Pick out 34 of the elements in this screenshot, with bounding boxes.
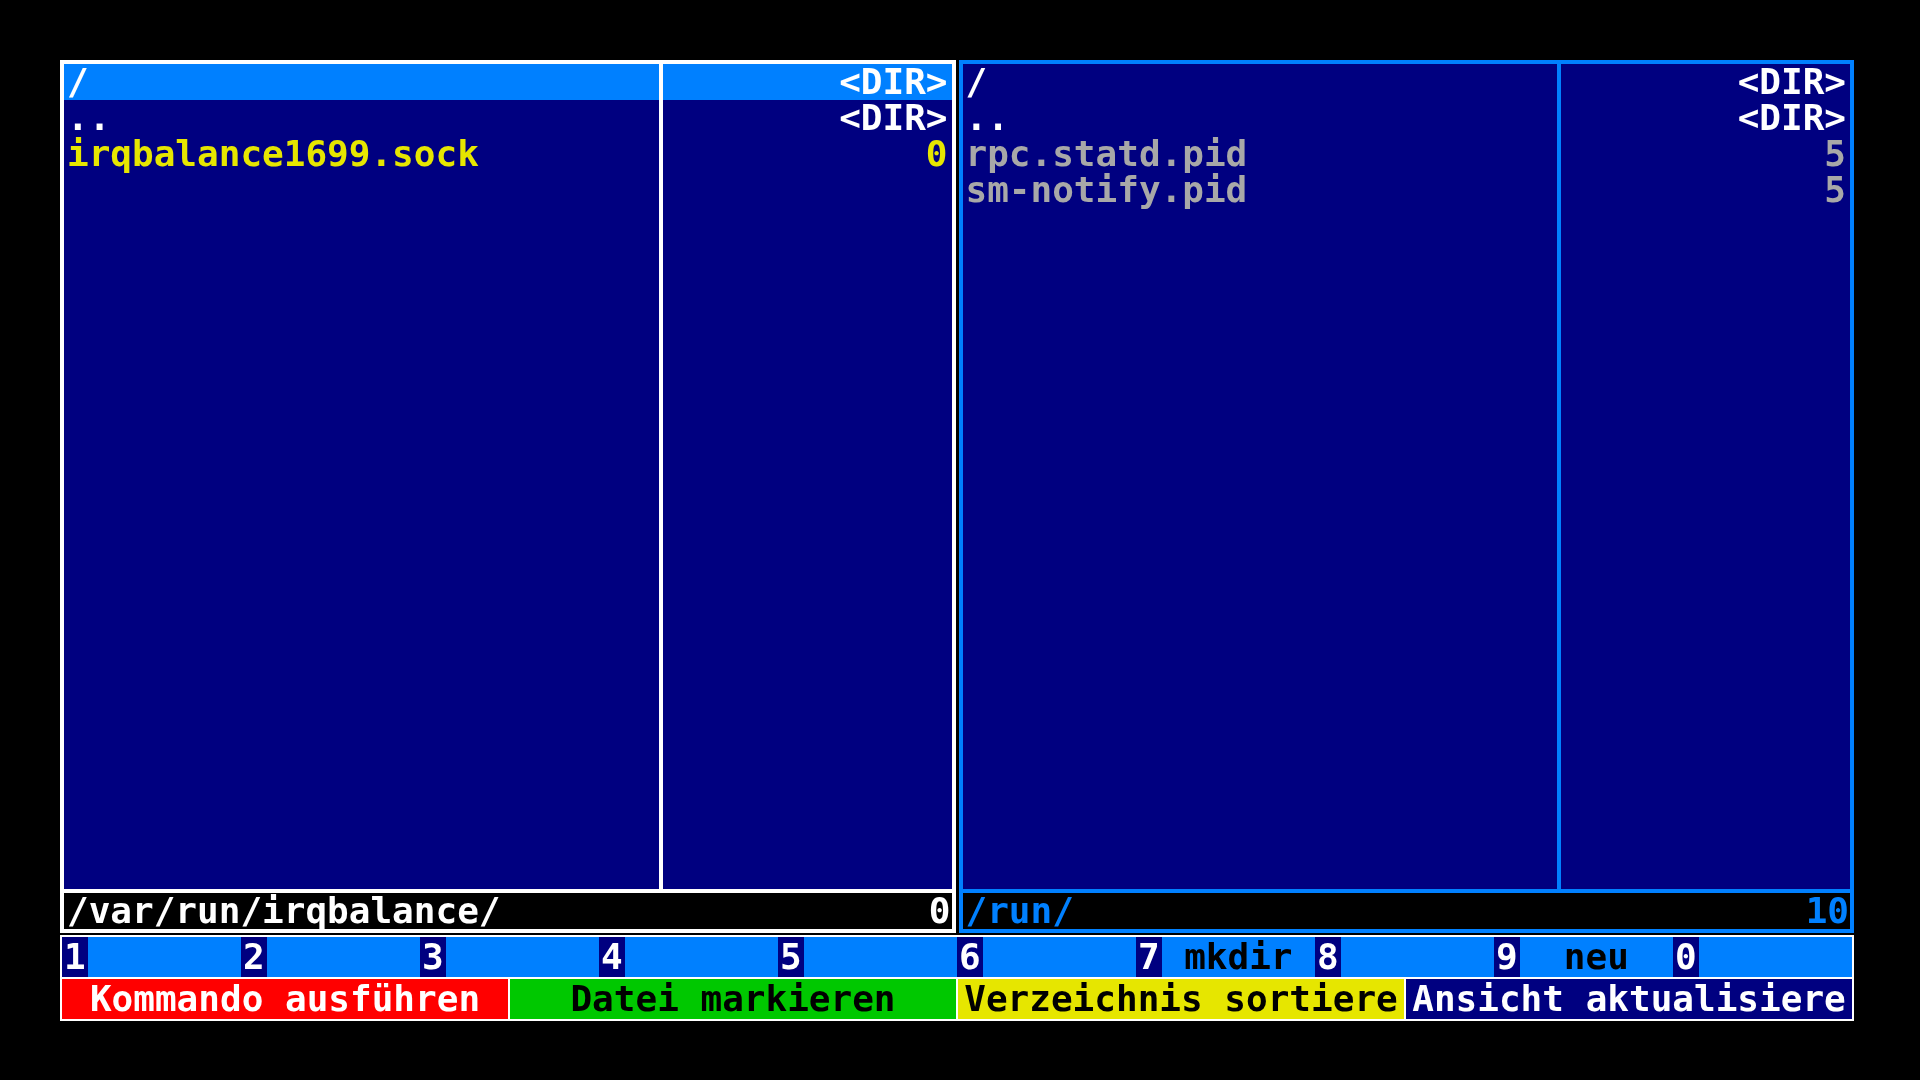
function-key[interactable]: 8 [1315,937,1341,977]
file-name[interactable]: .. [64,100,659,136]
function-key[interactable]: 2 [241,937,267,977]
action-button[interactable]: Kommando ausführen [62,979,508,1019]
file-size: 0 [924,136,949,172]
file-count: 0 [928,893,951,929]
file-size: <DIR> [662,64,952,100]
file-name[interactable]: / [962,64,1557,100]
action-button[interactable]: Ansicht aktualisiere [1406,979,1852,1019]
file-size: <DIR> [1736,64,1847,100]
file-count: 10 [1805,893,1849,929]
file-name[interactable]: irqbalance1699.sock [64,136,659,172]
function-key[interactable]: 6 [957,937,983,977]
function-key[interactable]: 7 [1136,937,1162,977]
file-size: <DIR> [1736,100,1847,136]
function-key[interactable]: 3 [420,937,446,977]
current-path: /run/ [965,893,1074,929]
function-key-label: neu [1562,937,1630,977]
action-button[interactable]: Verzeichnis sortiere [958,979,1404,1019]
current-path: /var/run/irqbalance/ [67,893,501,929]
file-size: 5 [1823,172,1847,208]
function-key[interactable]: 9 [1494,937,1520,977]
function-key[interactable]: 4 [599,937,625,977]
function-key-label: mkdir [1183,937,1294,977]
file-name[interactable]: .. [962,100,1557,136]
file-size: 5 [1823,136,1847,172]
file-name[interactable]: / [64,64,659,100]
function-key[interactable]: 5 [778,937,804,977]
action-button[interactable]: Datei markieren [510,979,956,1019]
function-key[interactable]: 1 [62,937,88,977]
file-size: <DIR> [838,100,949,136]
file-name[interactable]: rpc.statd.pid [962,136,1557,172]
file-name[interactable]: sm-notify.pid [962,172,1557,208]
function-key[interactable]: 0 [1673,937,1699,977]
